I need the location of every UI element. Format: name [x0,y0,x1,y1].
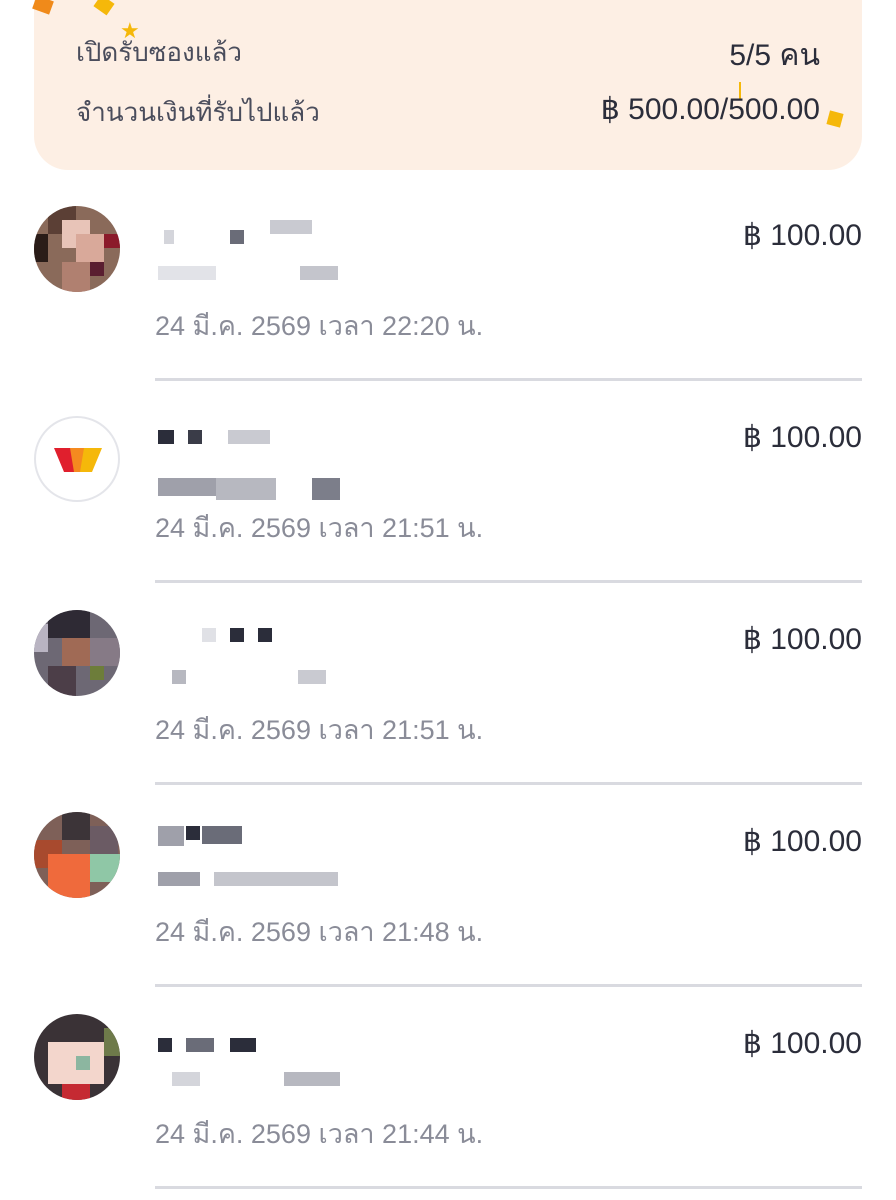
avatar[interactable] [34,812,120,898]
summary-card: ★ เปิดรับซองแล้ว 5/5 คน จำนวนเงินที่รับไ… [32,0,862,170]
confetti-decoration [93,0,115,16]
received-time: 24 มี.ค. 2569 เวลา 21:48 น. [155,917,484,947]
avatar[interactable] [34,1014,120,1100]
received-time: 24 มี.ค. 2569 เวลา 21:51 น. [155,715,484,745]
list-item[interactable]: 24 มี.ค. 2569 เวลา 22:20 น. ฿ 100.00 [0,190,896,392]
divider [155,378,862,381]
received-amount: ฿ 500.00/500.00 [600,93,820,126]
wallet-logo-icon[interactable] [34,416,120,502]
divider [155,984,862,987]
received-time: 24 มี.ค. 2569 เวลา 21:51 น. [155,513,484,543]
list-item[interactable]: 24 มี.ค. 2569 เวลา 21:48 น. ฿ 100.00 [0,796,896,998]
received-amount: ฿ 100.00 [742,623,862,656]
list-item[interactable]: 24 มี.ค. 2569 เวลา 21:51 น. ฿ 100.00 [0,392,896,594]
confetti-decoration [826,110,844,128]
avatar[interactable] [34,206,120,292]
opened-label: เปิดรับซองแล้ว [76,37,242,67]
received-amount: ฿ 100.00 [742,825,862,858]
received-label: จำนวนเงินที่รับไปแล้ว [76,97,320,127]
received-amount: ฿ 100.00 [742,421,862,454]
divider [155,580,862,583]
received-time: 24 มี.ค. 2569 เวลา 22:20 น. [155,311,484,341]
list-item[interactable]: 24 มี.ค. 2569 เวลา 21:44 น. ฿ 100.00 [0,998,896,1200]
received-time: 24 มี.ค. 2569 เวลา 21:44 น. [155,1119,484,1149]
confetti-decoration [32,0,54,15]
avatar[interactable] [34,610,120,696]
opened-count: 5/5 คน [729,39,820,72]
list-item[interactable]: 24 มี.ค. 2569 เวลา 21:51 น. ฿ 100.00 [0,594,896,796]
divider [155,782,862,785]
received-amount: ฿ 100.00 [742,219,862,252]
received-amount: ฿ 100.00 [742,1027,862,1060]
divider [155,1186,862,1189]
